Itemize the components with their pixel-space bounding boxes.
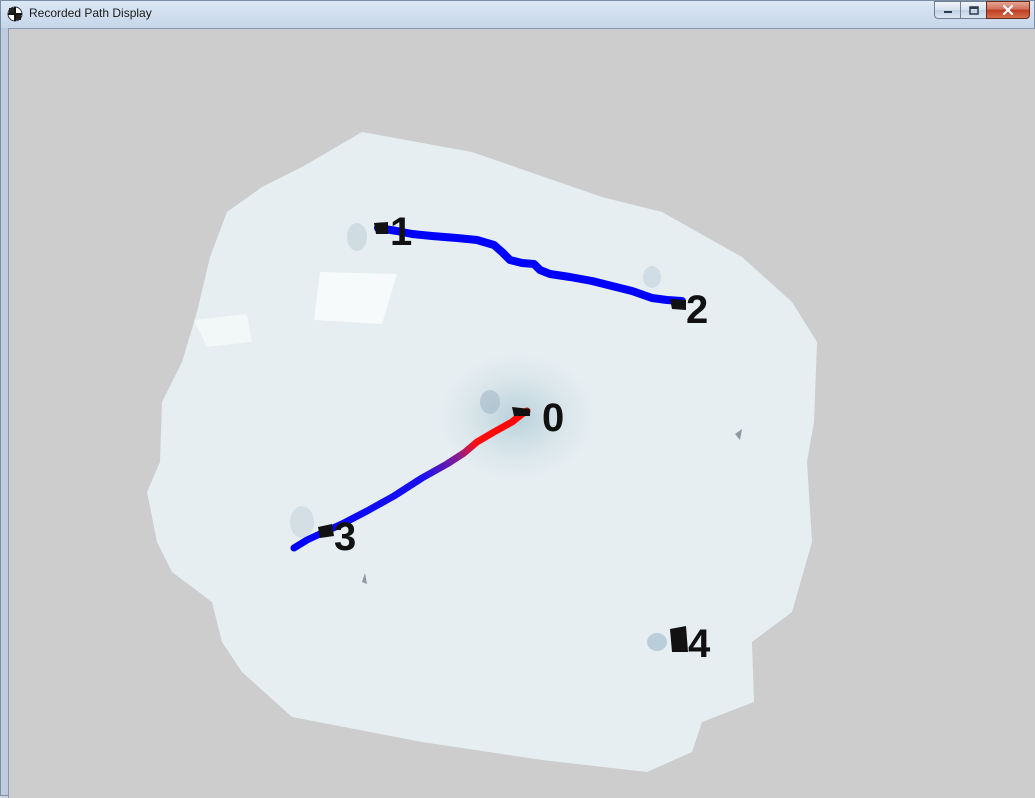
- close-icon: [1002, 5, 1014, 15]
- waypoint-4-label: 4: [688, 622, 711, 666]
- maximize-icon: [968, 5, 979, 15]
- caption-buttons: [934, 1, 1030, 19]
- waypoint-0-label: 0: [542, 396, 564, 440]
- marker-shadow-1: [347, 223, 367, 251]
- marker-shadow-0: [480, 390, 500, 414]
- waypoint-3-label: 3: [334, 515, 356, 559]
- title-bar[interactable]: Recorded Path Display: [1, 1, 1034, 27]
- marker-shadow-3: [290, 506, 314, 538]
- waypoint-4-marker: [670, 626, 688, 652]
- minimize-icon: [943, 11, 952, 13]
- map-canvas[interactable]: 0 1 2 3 4: [8, 28, 1035, 798]
- marker-shadow-4: [647, 633, 667, 651]
- app-window: Recorded Path Display 0 1 2 3 4: [0, 0, 1035, 798]
- minimize-button[interactable]: [934, 1, 960, 19]
- app-icon: [7, 6, 23, 22]
- waypoint-1-label: 1: [390, 210, 412, 254]
- maximize-button[interactable]: [960, 1, 986, 19]
- window-title: Recorded Path Display: [29, 6, 152, 20]
- waypoint-2-label: 2: [686, 288, 708, 332]
- map-view: 0 1 2 3 4: [147, 132, 817, 772]
- close-button[interactable]: [986, 1, 1030, 19]
- waypoint-2-marker: [670, 299, 686, 310]
- marker-shadow-2: [643, 266, 661, 288]
- waypoint-1-marker: [374, 222, 388, 234]
